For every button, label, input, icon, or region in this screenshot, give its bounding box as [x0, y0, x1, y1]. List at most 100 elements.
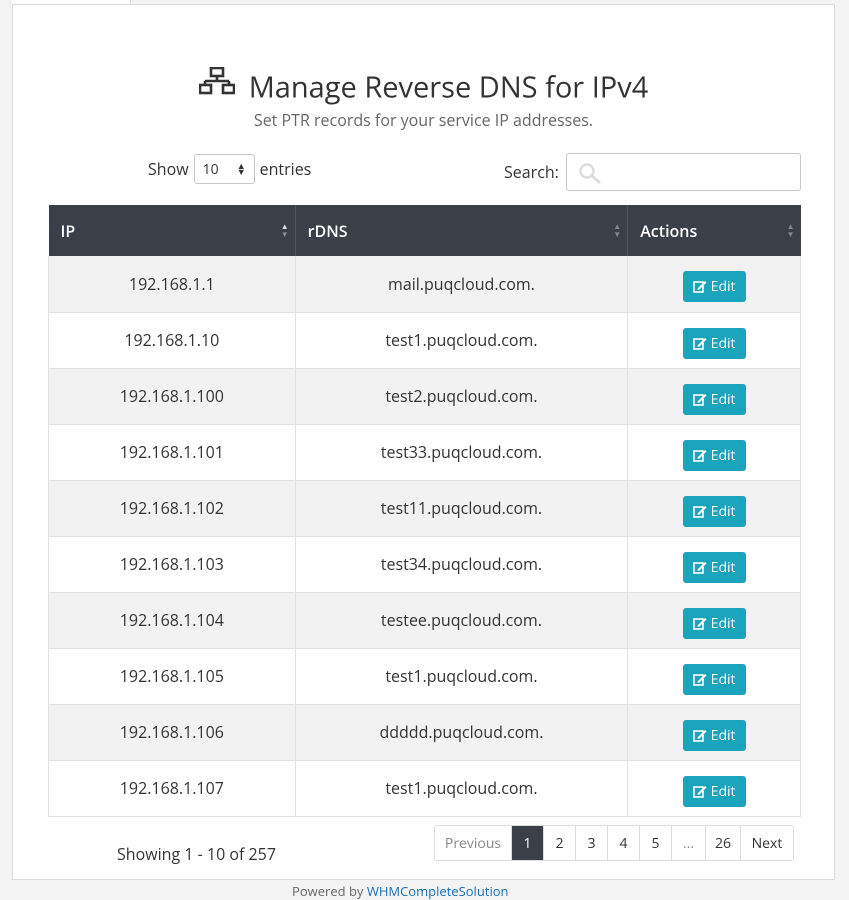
actions-cell: Edit — [627, 368, 801, 425]
rdns-cell: testee.puqcloud.com. — [294, 592, 629, 649]
ip-cell: 192.168.1.101 — [48, 424, 296, 481]
ip-cell: 192.168.1.102 — [48, 480, 296, 537]
edit-button[interactable]: Edit — [682, 607, 746, 639]
rdns-cell: test1.puqcloud.com. — [294, 760, 629, 817]
actions-cell: Edit — [627, 592, 801, 649]
edit-button[interactable]: Edit — [682, 271, 746, 303]
edit-icon — [692, 673, 707, 686]
search-input[interactable] — [565, 153, 801, 191]
page-button[interactable]: 2 — [544, 826, 576, 860]
edit-icon — [692, 561, 707, 574]
ip-cell: 192.168.1.106 — [48, 704, 296, 761]
column-header-actions[interactable]: Actions ▲ ▼ — [627, 205, 801, 256]
edit-button-label: Edit — [710, 613, 736, 633]
rdns-cell: test1.puqcloud.com. — [294, 648, 629, 705]
entries-label: entries — [259, 158, 312, 180]
table-header-row: IP ▲ ▼ rDNS ▲ ▼ Actions ▲ ▼ — [48, 205, 801, 256]
next-page-button[interactable]: Next — [741, 826, 793, 860]
rdns-cell: mail.puqcloud.com. — [294, 256, 629, 313]
table-info: Showing 1 - 10 of 257 — [117, 843, 276, 865]
content-panel: Manage Reverse DNS for IPv4 Set PTR reco… — [12, 4, 835, 880]
edit-button[interactable]: Edit — [682, 383, 746, 415]
page-subtitle: Set PTR records for your service IP addr… — [253, 109, 594, 131]
actions-cell: Edit — [627, 312, 801, 369]
table-row: 192.168.1.103 test34.puqcloud.com. Edit — [48, 536, 801, 593]
sort-icon: ▲ ▼ — [613, 220, 622, 240]
edit-button-label: Edit — [710, 781, 736, 801]
ip-cell: 192.168.1.100 — [48, 368, 296, 425]
edit-button-label: Edit — [710, 277, 736, 297]
sort-icon: ▲ ▼ — [280, 220, 289, 240]
column-header-ip[interactable]: IP ▲ ▼ — [48, 205, 296, 256]
edit-button[interactable]: Edit — [682, 775, 746, 807]
rdns-cell: test33.puqcloud.com. — [294, 424, 629, 481]
edit-button[interactable]: Edit — [682, 327, 746, 359]
ip-cell: 192.168.1.1 — [48, 256, 296, 313]
edit-icon — [692, 281, 707, 294]
edit-button[interactable]: Edit — [682, 719, 746, 751]
select-caret-icon: ▲ ▼ — [236, 159, 246, 178]
entries-length-control: Show 10 ▲ ▼ entries — [148, 154, 311, 184]
footer-link[interactable]: WHMCompleteSolution — [367, 882, 509, 900]
search-icon — [579, 163, 601, 184]
ip-cell: 192.168.1.103 — [48, 536, 296, 593]
edit-button-label: Edit — [710, 445, 736, 465]
edit-button[interactable]: Edit — [682, 663, 746, 695]
search-control: Search: — [504, 153, 801, 191]
page-button[interactable]: 26 — [706, 826, 741, 860]
actions-cell: Edit — [627, 480, 801, 537]
edit-icon — [692, 393, 707, 406]
ip-cell: 192.168.1.10 — [48, 312, 296, 369]
edit-icon — [692, 617, 707, 630]
edit-icon — [692, 505, 707, 518]
actions-cell: Edit — [627, 704, 801, 761]
rdns-cell: test34.puqcloud.com. — [294, 536, 629, 593]
edit-button-label: Edit — [710, 669, 736, 689]
rdns-cell: test1.puqcloud.com. — [294, 312, 629, 369]
table-row: 192.168.1.104 testee.puqcloud.com. Edit — [48, 592, 801, 649]
edit-button-label: Edit — [710, 557, 736, 577]
rdns-cell: test2.puqcloud.com. — [294, 368, 629, 425]
entries-select[interactable]: 10 ▲ ▼ — [193, 154, 255, 184]
page-button[interactable]: 5 — [640, 826, 672, 860]
page-button[interactable]: 1 — [512, 826, 544, 860]
actions-cell: Edit — [627, 256, 801, 313]
actions-cell: Edit — [627, 424, 801, 481]
edit-button-label: Edit — [710, 333, 736, 353]
pagination-ellipsis: ... — [672, 826, 706, 860]
table-row: 192.168.1.106 ddddd.puqcloud.com. Edit — [48, 704, 801, 761]
edit-button-label: Edit — [710, 725, 736, 745]
page-button[interactable]: 3 — [576, 826, 608, 860]
sort-icon: ▲ ▼ — [786, 220, 795, 240]
pagination: Previous 1 2 3 4 5 ... 26 Next — [434, 825, 794, 861]
actions-cell: Edit — [627, 536, 801, 593]
table-row: 192.168.1.107 test1.puqcloud.com. Edit — [48, 760, 801, 817]
search-label: Search: — [504, 161, 559, 183]
previous-page-button[interactable]: Previous — [435, 826, 512, 860]
edit-icon — [692, 785, 707, 798]
edit-button[interactable]: Edit — [682, 551, 746, 583]
ip-cell: 192.168.1.107 — [48, 760, 296, 817]
rdns-table: IP ▲ ▼ rDNS ▲ ▼ Actions ▲ ▼ 192.168.1.1 mail… — [48, 205, 801, 817]
table-row: 192.168.1.101 test33.puqcloud.com. Edit — [48, 424, 801, 481]
rdns-cell: ddddd.puqcloud.com. — [294, 704, 629, 761]
network-icon — [198, 65, 235, 104]
edit-icon — [692, 449, 707, 462]
table-row: 192.168.1.102 test11.puqcloud.com. Edit — [48, 480, 801, 537]
page-title: Manage Reverse DNS for IPv4 — [248, 67, 649, 107]
table-row: 192.168.1.105 test1.puqcloud.com. Edit — [48, 648, 801, 705]
actions-cell: Edit — [627, 760, 801, 817]
rdns-cell: test11.puqcloud.com. — [294, 480, 629, 537]
edit-button-label: Edit — [710, 501, 736, 521]
table-row: 192.168.1.100 test2.puqcloud.com. Edit — [48, 368, 801, 425]
show-label: Show — [148, 158, 189, 180]
table-row: 192.168.1.1 mail.puqcloud.com. Edit — [48, 256, 801, 313]
table-row: 192.168.1.10 test1.puqcloud.com. Edit — [48, 312, 801, 369]
edit-button[interactable]: Edit — [682, 495, 746, 527]
edit-icon — [692, 337, 707, 350]
column-header-rdns[interactable]: rDNS ▲ ▼ — [295, 205, 629, 256]
page-button[interactable]: 4 — [608, 826, 640, 860]
ip-cell: 192.168.1.104 — [48, 592, 296, 649]
edit-button[interactable]: Edit — [682, 439, 746, 471]
ip-cell: 192.168.1.105 — [48, 648, 296, 705]
